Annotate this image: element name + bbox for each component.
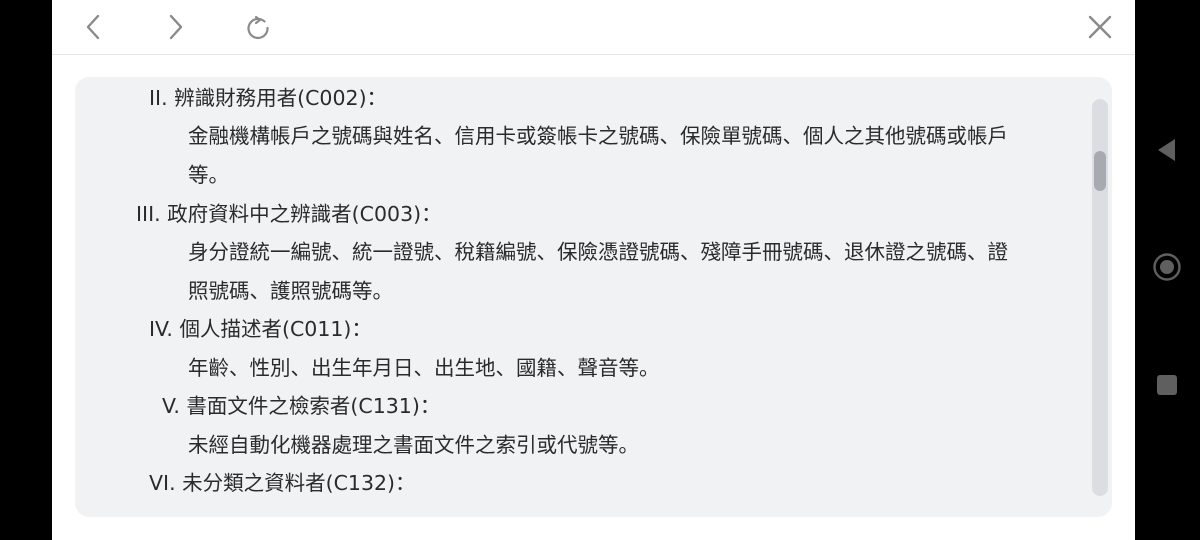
reload-button[interactable]: [240, 9, 276, 45]
square-recents-icon: [1156, 374, 1178, 400]
back-button[interactable]: [76, 9, 112, 45]
scrollbar-thumb[interactable]: [1094, 151, 1106, 191]
circle-home-icon: [1152, 252, 1182, 286]
chevron-left-icon: [84, 13, 104, 41]
system-home-button[interactable]: [1149, 251, 1185, 287]
section-body-v: 未經自動化機器處理之書面文件之索引或代號等。: [188, 433, 639, 457]
forward-button[interactable]: [157, 9, 193, 45]
section-body-iii-line-2: 照號碼、護照號碼等。: [188, 279, 393, 303]
content-card: II. 辨識財務用者(C002)： 金融機構帳戶之號碼與姓名、信用卡或簽帳卡之號…: [75, 77, 1112, 517]
system-navbar: [1135, 0, 1200, 540]
left-black-strip: [0, 0, 52, 540]
chevron-right-icon: [165, 13, 185, 41]
close-button[interactable]: [1082, 9, 1118, 45]
section-body-ii-line-1: 金融機構帳戶之號碼與姓名、信用卡或簽帳卡之號碼、保險單號碼、個人之其他號碼或帳戶: [188, 124, 1008, 148]
section-heading-ii: II. 辨識財務用者(C002)：: [149, 86, 388, 110]
system-recents-button[interactable]: [1149, 369, 1185, 405]
section-body-ii-line-2: 等。: [188, 163, 229, 187]
section-body-iii-line-1: 身分證統一編號、統一證號、稅籍編號、保險憑證號碼、殘障手冊號碼、退休證之號碼、證: [188, 240, 1008, 264]
triangle-back-icon: [1155, 137, 1179, 167]
browser-window: II. 辨識財務用者(C002)： 金融機構帳戶之號碼與姓名、信用卡或簽帳卡之號…: [52, 0, 1135, 540]
section-heading-v: V. 書面文件之檢索者(C131)：: [162, 394, 441, 418]
section-body-iv: 年齡、性別、出生年月日、出生地、國籍、聲音等。: [188, 356, 660, 380]
content-scroll-area[interactable]: II. 辨識財務用者(C002)： 金融機構帳戶之號碼與姓名、信用卡或簽帳卡之號…: [75, 77, 1085, 517]
reload-icon: [243, 12, 273, 42]
section-heading-vi: VI. 未分類之資料者(C132)：: [149, 471, 416, 495]
system-back-button[interactable]: [1149, 134, 1185, 170]
toolbar: [52, 0, 1135, 55]
close-icon: [1087, 14, 1113, 40]
scrollbar-track[interactable]: [1092, 99, 1108, 496]
section-heading-iv: IV. 個人描述者(C011)：: [149, 317, 372, 341]
section-heading-iii: III. 政府資料中之辨識者(C003)：: [136, 202, 442, 226]
